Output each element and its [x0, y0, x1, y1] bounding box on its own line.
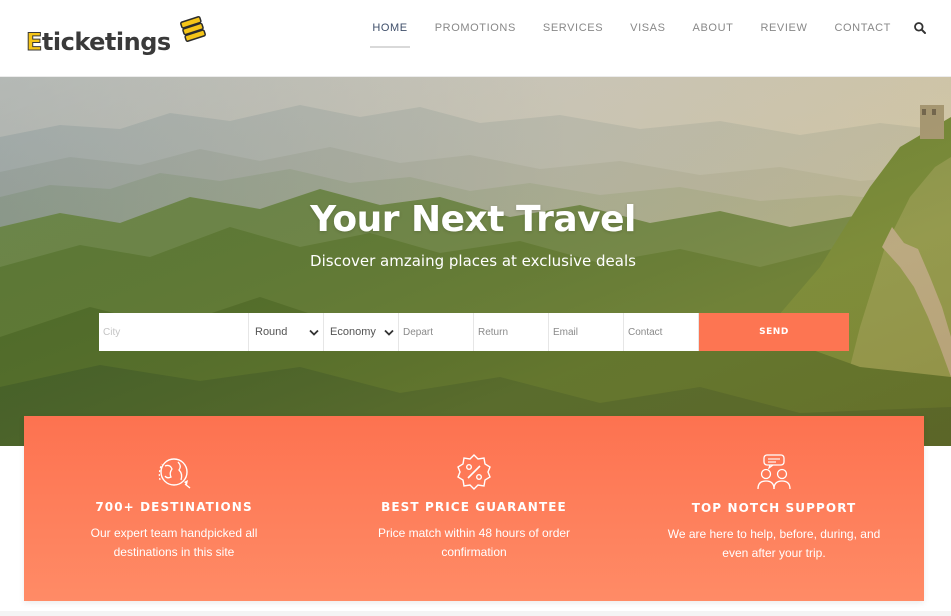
- nav-about[interactable]: ABOUT: [693, 22, 734, 34]
- feature-text: We are here to help, before, during, and…: [667, 527, 881, 560]
- support-chat-icon: [757, 454, 791, 490]
- feature-support: TOP NOTCH SUPPORT We are here to help, b…: [624, 416, 924, 601]
- ticket-stack-icon: [180, 16, 206, 42]
- next-section-edge: [0, 611, 951, 616]
- search-icon[interactable]: [913, 21, 927, 35]
- city-field[interactable]: [99, 313, 249, 351]
- main-nav: HOME PROMOTIONS SERVICES VISAS ABOUT REV…: [345, 0, 927, 56]
- features-panel: 700+ DESTINATIONS Our expert team handpi…: [24, 416, 924, 601]
- email-input[interactable]: [553, 313, 623, 351]
- feature-text: Price match within 48 hours of order con…: [377, 526, 571, 559]
- feature-title: TOP NOTCH SUPPORT: [691, 501, 857, 515]
- feature-best-price: BEST PRICE GUARANTEE Price match within …: [324, 416, 624, 601]
- feature-text: Our expert team handpicked all destinati…: [90, 526, 258, 559]
- nav-review[interactable]: REVIEW: [760, 22, 807, 34]
- trip-type-select[interactable]: Round: [249, 313, 324, 351]
- city-input[interactable]: [103, 313, 248, 351]
- hero-banner: Your Next Travel Discover amzaing places…: [0, 77, 951, 446]
- hero-title: Your Next Travel: [310, 199, 636, 240]
- class-select[interactable]: Economy: [324, 313, 399, 351]
- depart-field[interactable]: [399, 313, 474, 351]
- nav-services[interactable]: SERVICES: [543, 22, 603, 34]
- page: Eticketings HOME PROMOTIONS SERVICES VIS…: [0, 0, 951, 616]
- depart-input[interactable]: [403, 313, 473, 351]
- class-value: Economy: [330, 326, 376, 338]
- globe-icon: [158, 458, 191, 489]
- brand-logo[interactable]: Eticketings: [26, 14, 216, 64]
- nav-promotions[interactable]: PROMOTIONS: [435, 22, 516, 34]
- chevron-down-icon: [309, 329, 319, 336]
- nav-contact[interactable]: CONTACT: [834, 22, 891, 34]
- contact-input[interactable]: [628, 313, 698, 351]
- contact-field[interactable]: [624, 313, 699, 351]
- return-field[interactable]: [474, 313, 549, 351]
- feature-title: 700+ DESTINATIONS: [95, 500, 253, 514]
- email-field[interactable]: [549, 313, 624, 351]
- discount-badge-icon: [457, 454, 491, 490]
- trip-type-value: Round: [255, 326, 288, 338]
- nav-visas[interactable]: VISAS: [630, 22, 665, 34]
- nav-home[interactable]: HOME: [370, 22, 411, 48]
- site-header: Eticketings HOME PROMOTIONS SERVICES VIS…: [0, 0, 951, 77]
- logo-wordmark: Eticketings: [26, 28, 172, 57]
- booking-form: Round Economy SEND: [99, 313, 849, 351]
- feature-title: BEST PRICE GUARANTEE: [381, 500, 567, 514]
- send-button[interactable]: SEND: [699, 313, 849, 351]
- feature-destinations: 700+ DESTINATIONS Our expert team handpi…: [24, 416, 324, 601]
- hero-subtitle: Discover amzaing places at exclusive dea…: [310, 252, 636, 270]
- chevron-down-icon: [384, 329, 394, 336]
- return-input[interactable]: [478, 313, 548, 351]
